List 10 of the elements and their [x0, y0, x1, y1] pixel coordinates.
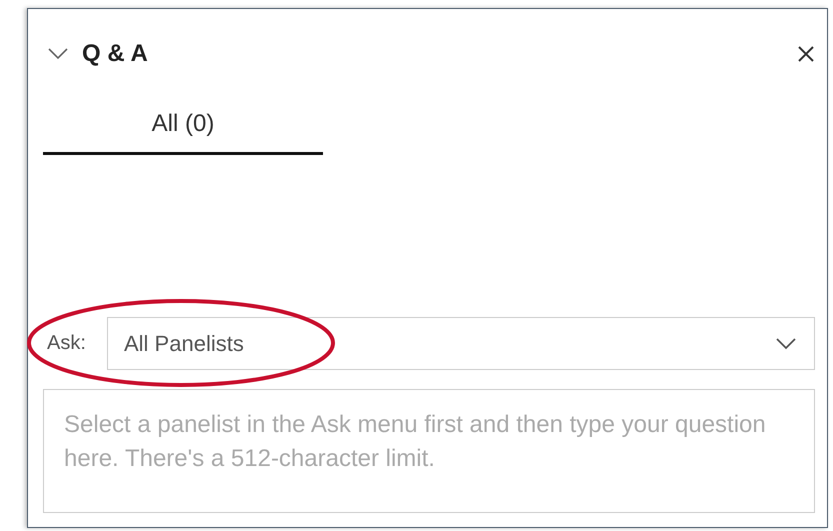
close-button[interactable]: [797, 45, 815, 63]
tab[interactable]: All (0): [43, 99, 323, 155]
ask-label: Ask:: [46, 332, 87, 355]
chevron-down-icon: [776, 338, 796, 350]
collapse-button[interactable]: [48, 48, 68, 60]
question-field[interactable]: Select a panelist in the Ask menu first and then type your question here. There's a 512-character limit.: [43, 389, 815, 513]
close-icon: [797, 45, 815, 63]
chevron-down-icon: [48, 48, 68, 60]
ask-dropdown[interactable]: All Panelists: [107, 317, 815, 370]
panel-title: Q & A: [82, 40, 149, 68]
